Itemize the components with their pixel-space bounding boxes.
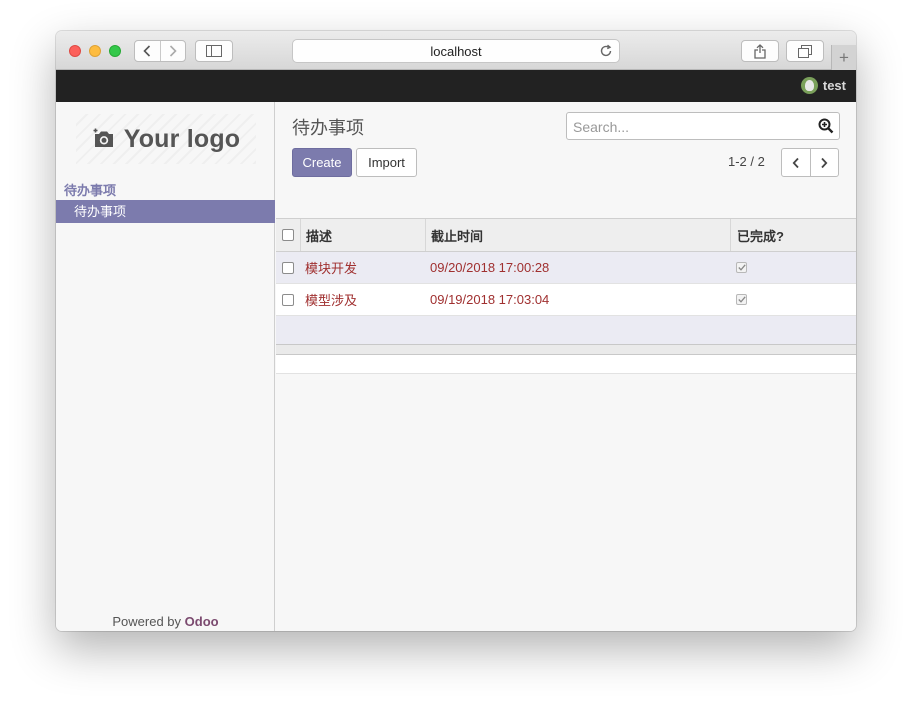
table-header-row: 描述 截止时间 已完成?: [276, 218, 856, 252]
create-button[interactable]: Create: [292, 148, 352, 177]
close-window-button[interactable]: [69, 45, 81, 57]
description-cell: 模块开发: [305, 261, 358, 276]
row-select-cell: [276, 293, 300, 306]
main-content: 待办事项 Search... Create Import 1-2 / 2 描述: [276, 102, 856, 631]
pager-previous-button[interactable]: [782, 149, 810, 176]
forward-button[interactable]: [159, 41, 186, 61]
share-icon: [754, 43, 766, 59]
sidebar-item-todo[interactable]: 待办事项: [56, 200, 275, 223]
done-checkbox: [736, 294, 747, 305]
browser-toolbar: localhost +: [56, 31, 856, 70]
empty-row: [276, 316, 856, 345]
new-tab-button[interactable]: +: [831, 45, 856, 70]
odoo-link[interactable]: Odoo: [185, 614, 219, 629]
breadcrumb: 待办事项: [292, 118, 364, 138]
logo-text: Your logo: [123, 124, 241, 153]
user-avatar-icon: [800, 77, 818, 94]
address-bar[interactable]: localhost: [292, 39, 620, 63]
chevron-left-icon: [143, 45, 151, 57]
powered-by-label: Powered by: [112, 614, 182, 629]
deadline-cell: 09/20/2018 17:00:28: [430, 260, 550, 275]
plus-icon: +: [839, 47, 849, 67]
back-button[interactable]: [135, 41, 160, 61]
sidebar-toggle-button[interactable]: [195, 40, 233, 62]
column-header-done[interactable]: 已完成?: [730, 219, 856, 251]
camera-icon: [93, 128, 113, 147]
user-name: test: [822, 78, 846, 93]
pager-value[interactable]: 1-2 / 2: [728, 154, 765, 169]
column-header-deadline[interactable]: 截止时间: [425, 219, 730, 251]
company-logo[interactable]: Your logo: [76, 114, 256, 164]
row-checkbox[interactable]: [282, 293, 294, 306]
search-icon[interactable]: [818, 118, 834, 134]
column-header-description[interactable]: 描述: [300, 219, 425, 251]
tabs-icon: [798, 44, 812, 58]
minimize-window-button[interactable]: [89, 45, 101, 57]
zoom-window-button[interactable]: [109, 45, 121, 57]
done-checkbox: [736, 262, 747, 273]
url-text: localhost: [430, 43, 482, 59]
select-all-checkbox[interactable]: [282, 229, 294, 241]
tabs-overview-button[interactable]: [786, 40, 824, 62]
browser-window: localhost + test Your logo 待办事项 待办事项 Pow…: [56, 31, 856, 631]
select-all-cell: [276, 229, 300, 241]
search-placeholder: Search...: [573, 119, 630, 135]
import-button[interactable]: Import: [356, 148, 417, 177]
table-row[interactable]: 模型涉及 09/19/2018 17:03:04: [276, 284, 856, 316]
reload-icon[interactable]: [599, 44, 613, 58]
done-cell: [730, 284, 856, 315]
pager-next-button[interactable]: [809, 149, 839, 176]
check-icon: [737, 264, 746, 271]
chevron-right-icon: [821, 157, 828, 168]
chevron-left-icon: [792, 157, 799, 168]
powered-by: Powered by Odoo: [56, 614, 275, 629]
user-menu[interactable]: test: [800, 77, 846, 94]
odoo-topbar: test: [56, 70, 856, 102]
row-select-cell: [276, 261, 300, 274]
chevron-right-icon: [169, 45, 177, 57]
row-checkbox[interactable]: [282, 261, 294, 274]
table-row[interactable]: 模块开发 09/20/2018 17:00:28: [276, 252, 856, 284]
menu-section-header[interactable]: 待办事项: [64, 180, 116, 199]
table-footer: [276, 344, 856, 355]
share-button[interactable]: [741, 40, 779, 62]
search-input[interactable]: Search...: [566, 112, 840, 140]
sidebar-icon: [206, 45, 222, 57]
description-cell: 模型涉及: [305, 293, 358, 308]
deadline-cell: 09/19/2018 17:03:04: [430, 292, 550, 307]
sidebar: Your logo 待办事项 待办事项 Powered by Odoo: [56, 102, 275, 631]
pager-buttons: [781, 148, 839, 177]
done-cell: [730, 252, 856, 283]
history-nav: [134, 40, 186, 62]
check-icon: [737, 296, 746, 303]
